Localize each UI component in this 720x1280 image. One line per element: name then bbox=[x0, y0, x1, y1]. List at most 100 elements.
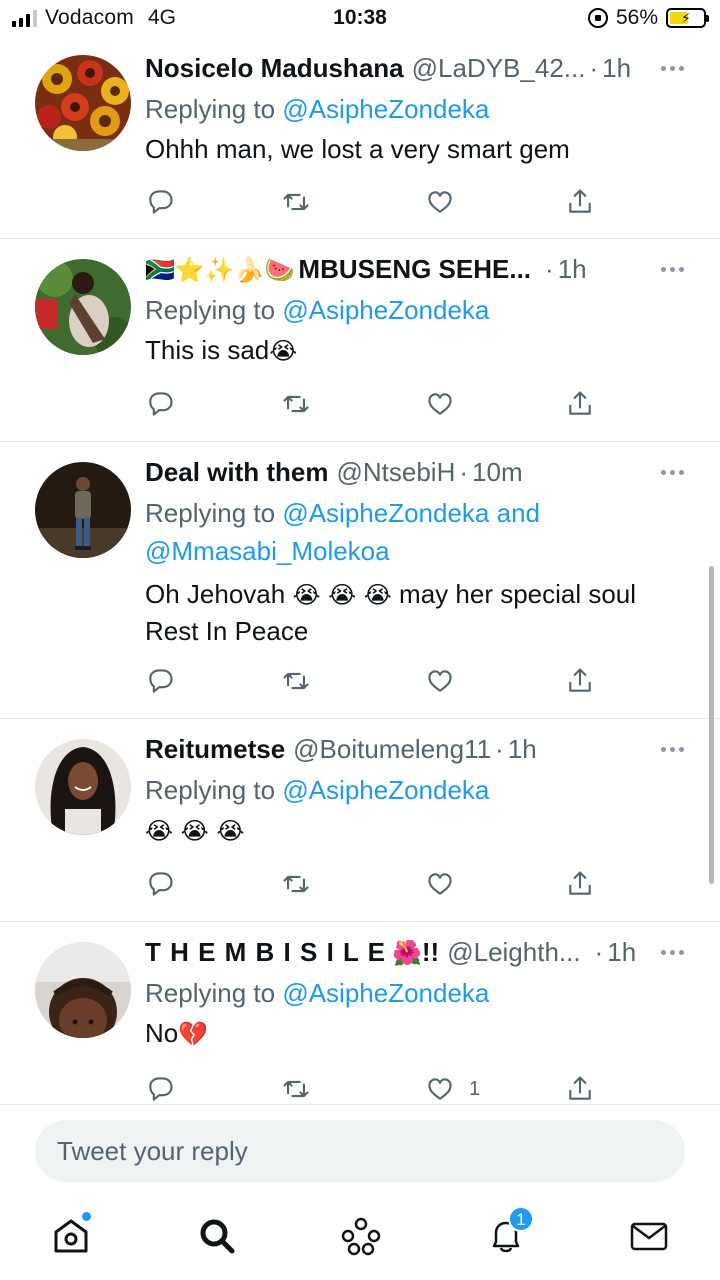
tweet-time[interactable]: 10m bbox=[472, 457, 523, 488]
like-button[interactable] bbox=[425, 664, 455, 698]
tab-notifications[interactable]: 1 bbox=[484, 1206, 534, 1258]
mention-link[interactable]: @AsipheZondeka bbox=[282, 295, 489, 325]
display-name[interactable]: Reitumetse bbox=[145, 734, 285, 765]
reply-icon bbox=[149, 872, 173, 896]
like-button[interactable]: 1 bbox=[425, 1072, 480, 1106]
more-options-icon[interactable] bbox=[661, 950, 684, 955]
search-icon bbox=[200, 1219, 235, 1254]
tweet-text: Oh Jehovah 😭 😭 😭 may her special soul Re… bbox=[145, 576, 690, 649]
tweet-header: T H E M B I S I L E 🌺 !! @Leighth... · 1… bbox=[145, 937, 637, 968]
like-count: 1 bbox=[469, 1077, 481, 1100]
reply-tweet[interactable]: 🇿🇦⭐✨🍌🍉 MBUSENG SEHE... · 1h Replying to … bbox=[0, 239, 720, 442]
display-name[interactable]: T H E M B I S I L E bbox=[145, 937, 386, 968]
share-icon bbox=[569, 1076, 591, 1100]
tweet-text-prefix: Oh Jehovah bbox=[145, 579, 293, 609]
reply-button[interactable] bbox=[145, 185, 175, 219]
reply-composer[interactable] bbox=[35, 1120, 685, 1182]
replying-to: Replying to @AsipheZondeka and @Mmasabi_… bbox=[145, 494, 690, 570]
avatar[interactable] bbox=[35, 739, 131, 835]
user-handle[interactable]: @LaDYB_42... bbox=[412, 53, 586, 84]
name-emojis: 🇿🇦⭐✨🍌🍉 bbox=[145, 256, 295, 284]
display-name[interactable]: Deal with them bbox=[145, 457, 328, 488]
display-name[interactable]: MBUSENG SEHE... bbox=[298, 254, 531, 285]
avatar[interactable] bbox=[35, 259, 131, 355]
reply-tweet[interactable]: T H E M B I S I L E 🌺 !! @Leighth... · 1… bbox=[0, 922, 720, 1105]
tweet-text: Ohhh man, we lost a very smart gem bbox=[145, 134, 570, 164]
tweet-actions bbox=[145, 867, 595, 901]
tweet-time[interactable]: 1h bbox=[607, 937, 636, 968]
share-button[interactable] bbox=[565, 664, 595, 698]
retweet-button[interactable] bbox=[281, 664, 311, 698]
broken-heart-emoji: 💔 bbox=[178, 1020, 209, 1048]
mention-link[interactable]: @AsipheZondeka bbox=[282, 94, 489, 124]
reply-button[interactable] bbox=[145, 867, 175, 901]
mention-link[interactable]: @AsipheZondeka bbox=[282, 775, 489, 805]
spaces-icon bbox=[341, 1217, 381, 1256]
reply-button[interactable] bbox=[145, 387, 175, 421]
user-handle[interactable]: @Leighth... bbox=[447, 937, 580, 968]
tweet-header: Deal with them @NtsebiH · 10m bbox=[145, 457, 523, 488]
reply-button[interactable] bbox=[145, 664, 175, 698]
mention-link[interactable]: @Mmasabi_Molekoa bbox=[145, 536, 390, 566]
like-icon bbox=[428, 1078, 452, 1100]
like-icon bbox=[428, 393, 452, 415]
like-button[interactable] bbox=[425, 185, 455, 219]
tweet-text-body: No bbox=[145, 1018, 179, 1048]
tweet-text: This is sad😭 bbox=[145, 332, 690, 369]
battery-icon: ⚡ bbox=[666, 8, 709, 28]
replying-to-label: Replying to bbox=[145, 94, 283, 124]
tab-search[interactable] bbox=[195, 1214, 239, 1258]
messages-icon bbox=[630, 1222, 668, 1251]
more-options-icon[interactable] bbox=[661, 66, 684, 71]
hibiscus-emoji: 🌺 bbox=[392, 939, 422, 967]
replying-to: Replying to @AsipheZondeka bbox=[145, 90, 690, 128]
tweet-time[interactable]: 1h bbox=[508, 734, 537, 765]
user-handle[interactable]: @Boitumeleng11 bbox=[293, 734, 491, 765]
notification-badge: 1 bbox=[508, 1206, 534, 1232]
tab-home[interactable] bbox=[49, 1212, 93, 1258]
tab-messages[interactable] bbox=[627, 1214, 671, 1258]
share-button[interactable] bbox=[565, 185, 595, 219]
mention-link[interactable]: @AsipheZondeka bbox=[282, 978, 489, 1008]
tweet-time[interactable]: 1h bbox=[602, 53, 631, 84]
retweet-icon bbox=[283, 193, 309, 211]
share-button[interactable] bbox=[565, 387, 595, 421]
tweet-text-line2: Rest In Peace bbox=[145, 616, 309, 646]
tweet-text-body: This is sad bbox=[145, 335, 270, 365]
retweet-button[interactable] bbox=[281, 867, 311, 901]
battery-percentage: 56% bbox=[615, 6, 658, 29]
like-button[interactable] bbox=[425, 867, 455, 901]
replying-to: Replying to @AsipheZondeka bbox=[145, 974, 690, 1012]
avatar[interactable] bbox=[35, 462, 131, 558]
mention-link[interactable]: @AsipheZondeka and bbox=[282, 498, 540, 528]
user-handle[interactable]: @NtsebiH bbox=[336, 457, 455, 488]
share-icon bbox=[569, 668, 591, 692]
share-icon bbox=[569, 871, 591, 895]
avatar[interactable] bbox=[35, 942, 131, 1038]
like-icon bbox=[428, 873, 452, 895]
reply-icon bbox=[149, 669, 173, 693]
more-options-icon[interactable] bbox=[661, 470, 684, 475]
more-options-icon[interactable] bbox=[661, 747, 684, 752]
like-icon bbox=[428, 191, 452, 213]
like-button[interactable] bbox=[425, 387, 455, 421]
scrollbar[interactable] bbox=[709, 566, 714, 884]
retweet-button[interactable] bbox=[281, 1072, 311, 1106]
reply-tweet[interactable]: Nosicelo Madushana @LaDYB_42... · 1h Rep… bbox=[0, 40, 720, 239]
retweet-button[interactable] bbox=[281, 387, 311, 421]
reply-button[interactable] bbox=[145, 1072, 175, 1106]
reply-tweet[interactable]: Reitumetse @Boitumeleng11 · 1h Replying … bbox=[0, 719, 720, 922]
share-button[interactable] bbox=[565, 1072, 595, 1106]
reply-input[interactable] bbox=[35, 1120, 685, 1182]
more-options-icon[interactable] bbox=[661, 267, 684, 272]
replying-to: Replying to @AsipheZondeka bbox=[145, 291, 690, 329]
avatar[interactable] bbox=[35, 55, 131, 151]
display-name[interactable]: Nosicelo Madushana bbox=[145, 53, 404, 84]
orientation-lock-icon bbox=[587, 8, 608, 28]
tweet-header: 🇿🇦⭐✨🍌🍉 MBUSENG SEHE... · 1h bbox=[145, 254, 587, 285]
tweet-time[interactable]: 1h bbox=[558, 254, 587, 285]
retweet-button[interactable] bbox=[281, 185, 311, 219]
reply-tweet[interactable]: Deal with them @NtsebiH · 10m Replying t… bbox=[0, 442, 720, 719]
share-button[interactable] bbox=[565, 867, 595, 901]
tab-spaces[interactable] bbox=[339, 1214, 383, 1258]
